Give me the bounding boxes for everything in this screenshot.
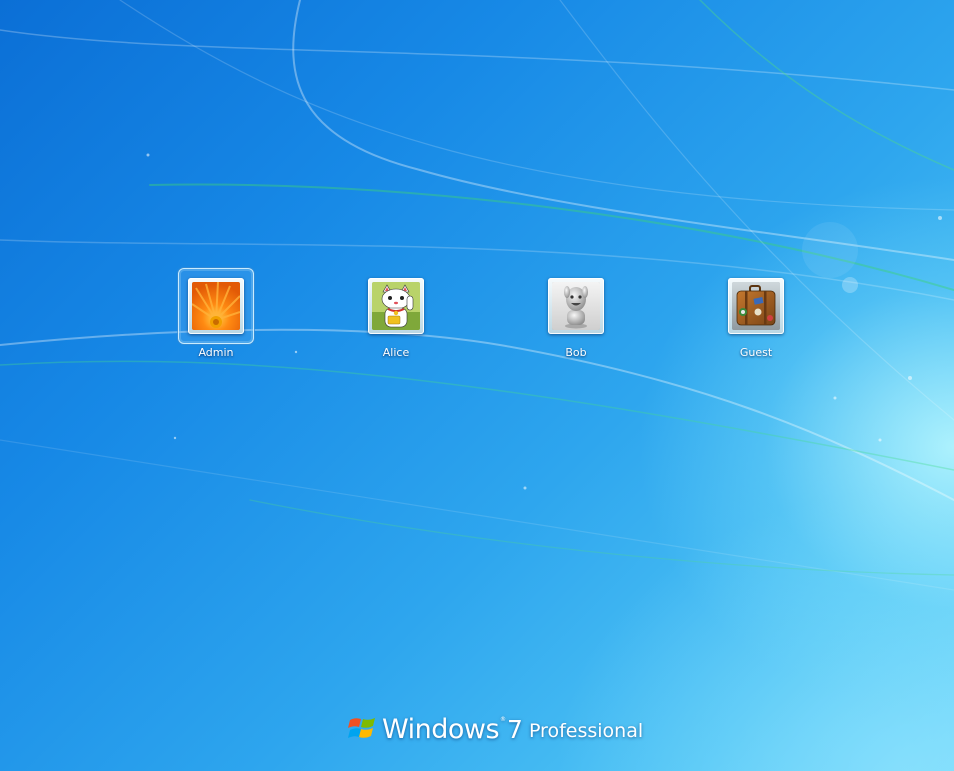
user-picture-frame [728, 278, 784, 334]
user-name: Bob [565, 346, 587, 359]
windows-edition: Professional [528, 720, 644, 742]
user-tile-bob[interactable]: Bob [516, 268, 636, 368]
user-tile-alice[interactable]: Alice [336, 268, 456, 368]
windows-logo-icon [348, 718, 375, 738]
user-picture-frame [548, 278, 604, 334]
user-picture-frame [368, 278, 424, 334]
user-tile-guest[interactable]: Guest [696, 268, 816, 368]
user-tile-admin[interactable]: Admin [156, 268, 276, 368]
suitcase-icon [732, 282, 780, 330]
trademark-symbol: ® [500, 716, 507, 723]
user-name: Guest [739, 346, 773, 359]
user-tiles-area: Admin Alice Bob Guest [0, 0, 954, 771]
user-name: Admin [198, 346, 234, 359]
user-name: Alice [382, 346, 410, 359]
windows-wordmark: Windows [382, 714, 500, 745]
user-picture-frame [188, 278, 244, 334]
lucky-cat-icon [372, 282, 420, 330]
orange-flower-icon [192, 282, 240, 330]
robot-figure-icon [552, 282, 600, 330]
windows-version: 7 [507, 715, 523, 744]
windows-branding: Windows ® 7 Professional [348, 708, 643, 748]
